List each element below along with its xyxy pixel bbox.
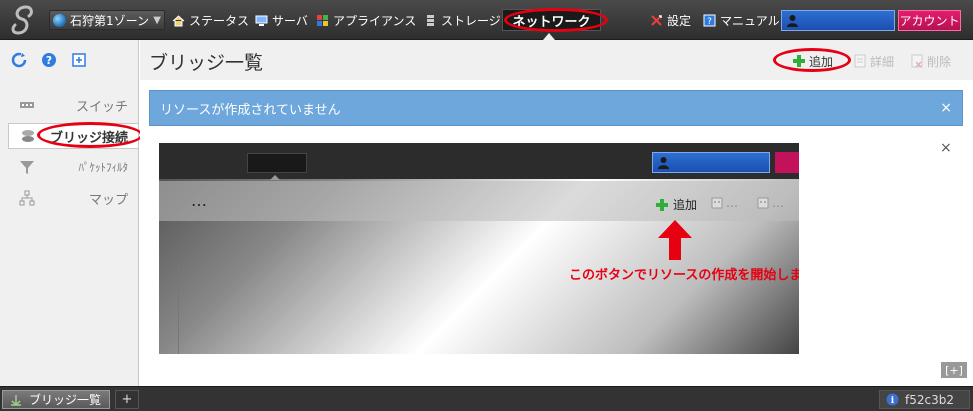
nav-storage-label: ストレージ bbox=[441, 13, 501, 28]
help-icon[interactable]: ? bbox=[41, 52, 57, 68]
task-tab-label: ブリッジ一覧 bbox=[29, 393, 102, 407]
guide-user-box bbox=[652, 152, 770, 173]
refresh-icon[interactable] bbox=[11, 52, 27, 68]
main-content: ブリッジ一覧 追加 詳細 削除 リソースが作成されていません × × … 追加 … bbox=[140, 40, 973, 386]
blocks-icon bbox=[317, 14, 328, 26]
guide-add-label: 追加 bbox=[673, 198, 698, 212]
chevron-down-icon: ▼ bbox=[153, 14, 161, 26]
globe-icon bbox=[53, 13, 66, 27]
nav-storage[interactable]: ストレージ bbox=[424, 11, 501, 29]
build-version: i f52c3b2 bbox=[879, 390, 970, 409]
top-navigation-bar: 石狩第1ゾーン ▼ ステータス サーバ アプライアンス ストレージ ネットワーク… bbox=[0, 0, 973, 40]
nav-manual[interactable]: ? マニュアル bbox=[703, 11, 780, 29]
nav-manual-label: マニュアル bbox=[720, 13, 780, 28]
map-icon bbox=[19, 190, 35, 206]
nav-server-label: サーバ bbox=[272, 13, 308, 28]
plus-icon bbox=[793, 55, 805, 67]
account-button[interactable]: アカウント bbox=[898, 10, 961, 31]
zone-selector[interactable]: 石狩第1ゾーン ▼ bbox=[49, 10, 165, 30]
sidebar-item-label: マップ bbox=[88, 192, 128, 208]
nav-network-label: ネットワーク bbox=[512, 14, 591, 30]
guide-disabled-label: … bbox=[726, 196, 738, 210]
detail-button-label: 詳細 bbox=[870, 54, 895, 69]
guide-panel-edge bbox=[159, 263, 179, 354]
empty-alert: リソースが作成されていません × bbox=[149, 90, 963, 126]
arrow-up-icon bbox=[658, 220, 692, 260]
document-icon bbox=[757, 197, 769, 209]
page-header: ブリッジ一覧 追加 詳細 削除 bbox=[140, 40, 973, 80]
guide-title-ellipsis: … bbox=[191, 191, 207, 210]
bridge-icon bbox=[22, 130, 34, 142]
sidebar-toolbar: ? bbox=[0, 40, 139, 80]
guide-caption: このボタンでリソースの作成を開始します bbox=[569, 268, 799, 283]
add-tab-button[interactable]: + bbox=[115, 390, 139, 409]
add-button[interactable]: 追加 bbox=[792, 52, 833, 70]
guide-disabled-button: … bbox=[757, 196, 784, 210]
sidebar-item-label: スイッチ bbox=[75, 99, 128, 115]
help-book-icon: ? bbox=[703, 14, 716, 27]
zone-selector-label: 石狩第1ゾーン bbox=[70, 13, 150, 28]
export-icon[interactable] bbox=[71, 52, 87, 68]
guide-header-bar bbox=[159, 181, 799, 221]
detail-button[interactable]: 詳細 bbox=[853, 52, 894, 70]
delete-button[interactable]: 削除 bbox=[910, 52, 951, 70]
filter-icon bbox=[20, 161, 34, 174]
sidebar-item-bridge[interactable]: ブリッジ接続 bbox=[8, 123, 138, 149]
expand-button[interactable]: [+] bbox=[941, 362, 967, 378]
nav-status-label: ステータス bbox=[189, 13, 250, 28]
guide-disabled-button: … bbox=[711, 196, 738, 210]
bottom-taskbar: ブリッジ一覧 + i f52c3b2 bbox=[0, 386, 973, 411]
sidebar: ? スイッチ ブリッジ接続 ﾊﾟｹｯﾄﾌｨﾙﾀ マップ bbox=[0, 40, 139, 386]
document-icon bbox=[711, 197, 723, 209]
document-icon bbox=[854, 54, 866, 68]
active-tab-indicator bbox=[543, 33, 555, 40]
guide-tab-indicator bbox=[270, 175, 280, 180]
delete-button-label: 削除 bbox=[927, 54, 952, 69]
home-icon bbox=[172, 14, 185, 26]
storage-icon bbox=[427, 14, 434, 26]
build-version-label: f52c3b2 bbox=[905, 392, 954, 407]
page-title: ブリッジ一覧 bbox=[149, 52, 264, 74]
monitor-icon bbox=[255, 15, 268, 26]
alert-message: リソースが作成されていません bbox=[160, 102, 341, 118]
task-tab-bridge-list[interactable]: ブリッジ一覧 bbox=[2, 390, 110, 409]
svg-text:i: i bbox=[891, 396, 895, 406]
guide-add-button: 追加 bbox=[655, 196, 697, 213]
guide-account-button bbox=[775, 152, 799, 173]
nav-settings[interactable]: 設定 bbox=[650, 11, 691, 29]
nav-appliance-label: アプライアンス bbox=[333, 13, 417, 28]
sakura-logo-icon[interactable] bbox=[6, 4, 40, 36]
add-button-label: 追加 bbox=[809, 54, 834, 69]
sidebar-item-label: ﾊﾟｹｯﾄﾌｨﾙﾀ bbox=[78, 161, 129, 174]
alert-close-button[interactable]: × bbox=[940, 100, 952, 116]
delete-document-icon bbox=[911, 54, 923, 68]
guide-disabled-label: … bbox=[772, 196, 784, 210]
nav-appliance[interactable]: アプライアンス bbox=[316, 11, 416, 29]
guide-close-button[interactable]: × bbox=[940, 140, 952, 156]
nav-status[interactable]: ステータス bbox=[172, 11, 249, 29]
sidebar-item-label: ブリッジ接続 bbox=[49, 130, 128, 146]
svg-text:?: ? bbox=[46, 54, 52, 67]
nav-network[interactable]: ネットワーク bbox=[502, 9, 601, 31]
nav-settings-label: 設定 bbox=[667, 13, 692, 28]
info-icon: i bbox=[886, 393, 899, 406]
guide-illustration: … 追加 … … このボタンでリソースの作成を開始します bbox=[159, 143, 799, 354]
sidebar-item-switch[interactable]: スイッチ bbox=[8, 92, 138, 118]
user-name-box[interactable] bbox=[781, 10, 895, 31]
plus-icon bbox=[656, 198, 668, 211]
tools-icon bbox=[651, 14, 662, 26]
nav-server[interactable]: サーバ bbox=[255, 11, 308, 29]
switch-icon bbox=[20, 102, 34, 108]
user-icon bbox=[658, 157, 669, 169]
sidebar-item-packet-filter[interactable]: ﾊﾟｹｯﾄﾌｨﾙﾀ bbox=[8, 154, 138, 180]
user-icon bbox=[787, 15, 798, 27]
svg-text:?: ? bbox=[707, 17, 712, 27]
guide-active-tab bbox=[247, 153, 307, 173]
sidebar-item-map[interactable]: マップ bbox=[8, 185, 138, 211]
bridge-tab-icon bbox=[11, 394, 21, 406]
